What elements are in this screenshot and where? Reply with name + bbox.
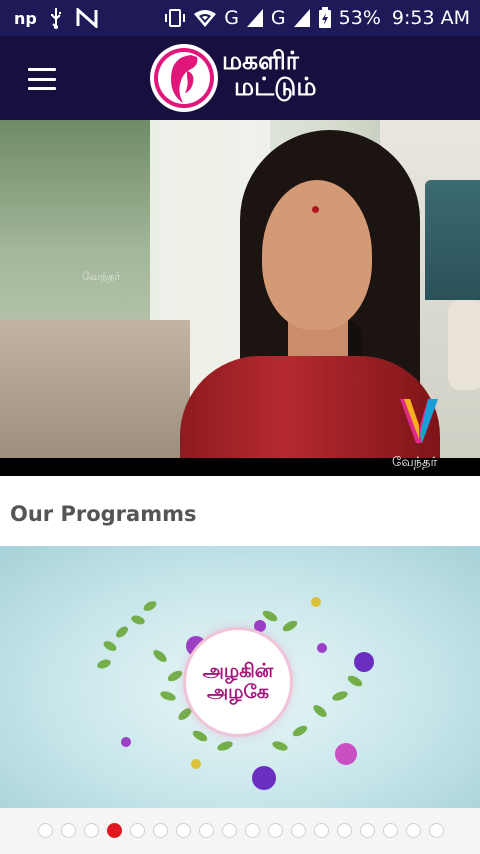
wifi-icon <box>193 8 217 28</box>
app-title-line-1: மகளிர் <box>222 46 299 75</box>
program-banner[interactable]: அழகின் அழகே <box>0 546 480 808</box>
signal-icon <box>246 8 264 28</box>
program-title-line-2: அழகே <box>206 681 270 703</box>
network-type-1: G <box>224 7 239 29</box>
carousel-dot[interactable] <box>222 823 237 838</box>
program-title-badge: அழகின் அழகே <box>186 630 290 734</box>
carousel-dot[interactable] <box>199 823 214 838</box>
menu-line <box>28 77 56 81</box>
channel-name: வேந்தர் <box>392 455 438 470</box>
carousel-dot[interactable] <box>429 823 444 838</box>
channel-logo-icon <box>398 395 440 447</box>
app-title: மகளிர் மட்டும் <box>222 46 317 102</box>
carousel-dot[interactable] <box>176 823 191 838</box>
carousel-dot[interactable] <box>360 823 375 838</box>
signal-icon-2 <box>293 8 311 28</box>
carousel-dot[interactable] <box>38 823 53 838</box>
battery-percent: 53% <box>338 7 381 29</box>
menu-line <box>28 87 56 90</box>
video-frame: வேந்தர் <box>0 120 480 458</box>
video-lamp-base <box>448 300 480 390</box>
carousel-dot[interactable] <box>61 823 76 838</box>
hamburger-menu-icon[interactable] <box>20 62 64 96</box>
svg-text:np: np <box>14 9 36 27</box>
video-person-face <box>262 180 372 330</box>
carousel-dot[interactable] <box>130 823 145 838</box>
np-icon: np <box>14 9 36 27</box>
logo-icon <box>150 44 218 112</box>
status-bar: np G G 53% 9:53 AM <box>0 0 480 36</box>
carousel-dot[interactable] <box>337 823 352 838</box>
carousel-dot[interactable] <box>268 823 283 838</box>
carousel-dot[interactable] <box>291 823 306 838</box>
clock: 9:53 AM <box>391 7 470 29</box>
carousel-dot[interactable] <box>245 823 260 838</box>
video-player[interactable]: வேந்தர் வேந்தர் <box>0 120 480 476</box>
carousel-dot[interactable] <box>383 823 398 838</box>
carousel-dot[interactable] <box>314 823 329 838</box>
app-title-line-2: மட்டும் <box>234 72 317 102</box>
carousel-pager <box>0 808 480 854</box>
video-sofa <box>0 320 190 458</box>
carousel-dot[interactable] <box>153 823 168 838</box>
battery-icon <box>318 7 332 29</box>
programs-section-header: Our Programms <box>0 476 480 546</box>
carousel-dot[interactable] <box>107 823 122 838</box>
usb-icon <box>48 7 64 29</box>
video-person-bindi <box>312 206 319 213</box>
video-watermark: வேந்தர் <box>82 270 121 283</box>
n-icon <box>76 8 98 28</box>
carousel-dot[interactable] <box>84 823 99 838</box>
network-type-2: G <box>270 7 286 29</box>
app-bar: மகளிர் மட்டும் <box>0 36 480 120</box>
menu-line <box>28 68 56 71</box>
carousel-dot[interactable] <box>406 823 421 838</box>
video-lamp <box>425 180 480 300</box>
vibrate-icon <box>164 8 186 28</box>
section-title: Our Programms <box>10 502 197 526</box>
program-title-line-1: அழகின் <box>202 660 274 683</box>
